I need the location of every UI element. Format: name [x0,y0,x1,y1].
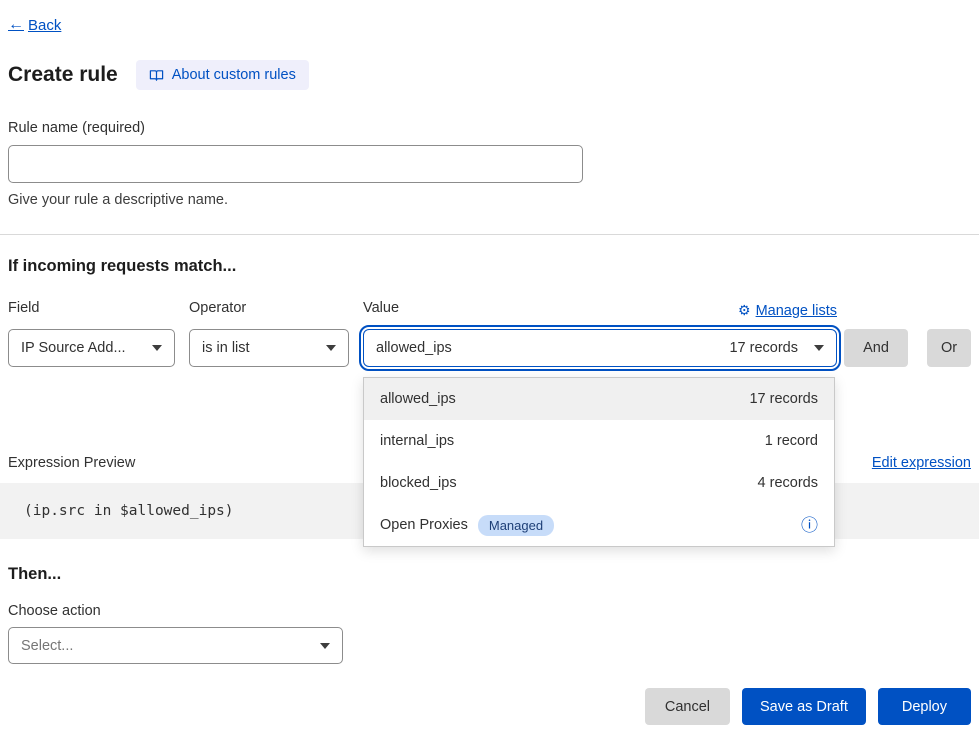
field-select-value: IP Source Add... [21,340,142,356]
value-label: Value [363,300,399,321]
or-button[interactable]: Or [927,329,971,367]
rule-name-input[interactable] [8,145,583,183]
save-as-draft-button[interactable]: Save as Draft [742,688,866,725]
list-option-left: Open Proxies Managed [380,515,554,536]
operator-select[interactable]: is in list [189,329,349,367]
back-arrow-icon: ← [8,16,24,34]
list-option-label: Open Proxies [380,517,468,533]
match-section-heading: If incoming requests match... [8,257,971,276]
list-option-label: internal_ips [380,433,454,449]
operator-select-value: is in list [202,340,316,356]
field-column: Field IP Source Add... [8,300,175,367]
page-title: Create rule [8,63,118,87]
condition-row: Field IP Source Add... Operator is in li… [8,300,971,367]
edit-expression-link[interactable]: Edit expression [872,455,971,471]
chevron-down-icon [814,345,824,351]
list-option-records: 4 records [758,475,818,491]
operator-label: Operator [189,300,349,321]
value-column: Value ⚙ Manage lists allowed_ips 17 reco… [363,300,837,367]
book-icon [149,68,164,83]
value-label-row: Value ⚙ Manage lists [363,300,837,321]
cancel-button[interactable]: Cancel [645,688,730,725]
about-custom-rules-link[interactable]: About custom rules [136,60,309,90]
list-option-records: 1 record [765,433,818,449]
list-option-open-proxies[interactable]: Open Proxies Managed ⓘ [364,504,834,546]
rule-name-help-text: Give your rule a descriptive name. [8,192,971,208]
then-section-heading: Then... [8,565,971,584]
manage-lists-label: Manage lists [756,303,837,319]
field-select[interactable]: IP Source Add... [8,329,175,367]
operator-column: Operator is in list [189,300,349,367]
chevron-down-icon [152,345,162,351]
value-select[interactable]: allowed_ips 17 records [363,329,837,367]
deploy-button[interactable]: Deploy [878,688,971,725]
section-divider [0,234,979,235]
title-row: Create rule About custom rules [8,60,971,90]
list-option-allowed-ips[interactable]: allowed_ips 17 records [364,378,834,420]
action-select[interactable]: Select... [8,627,343,664]
managed-badge: Managed [478,515,554,536]
field-label: Field [8,300,175,321]
list-option-internal-ips[interactable]: internal_ips 1 record [364,420,834,462]
list-option-records: 17 records [749,391,818,407]
back-link[interactable]: ← Back [8,16,61,34]
info-icon[interactable]: ⓘ [801,517,818,534]
rule-name-label: Rule name (required) [8,120,971,136]
list-option-label: blocked_ips [380,475,457,491]
list-option-label: allowed_ips [380,391,456,407]
gear-icon: ⚙ [738,302,751,319]
back-link-label: Back [28,17,61,34]
chevron-down-icon [320,643,330,649]
list-option-blocked-ips[interactable]: blocked_ips 4 records [364,462,834,504]
about-custom-rules-label: About custom rules [172,67,296,83]
action-select-placeholder: Select... [21,638,310,654]
list-dropdown-menu: allowed_ips 17 records internal_ips 1 re… [363,377,835,547]
expression-preview-label: Expression Preview [8,455,135,471]
and-button[interactable]: And [844,329,908,367]
choose-action-label: Choose action [8,603,971,619]
value-select-value: allowed_ips [376,340,729,356]
value-select-records: 17 records [729,340,798,356]
create-rule-page: ← Back Create rule About custom rules Ru… [0,0,979,725]
chevron-down-icon [326,345,336,351]
footer-actions: Cancel Save as Draft Deploy [8,688,971,725]
manage-lists-link[interactable]: ⚙ Manage lists [738,302,837,319]
